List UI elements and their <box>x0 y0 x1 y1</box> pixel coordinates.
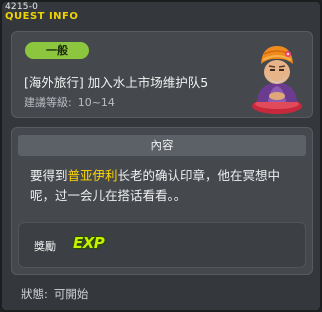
reward-label: 獎勵 <box>34 240 56 253</box>
level-range: 10~14 <box>77 96 115 109</box>
quest-name: [海外旅行] 加入水上市场维护队5 <box>24 75 209 90</box>
quest-content-panel: 內容 要得到普亚伊利长老的确认印章，他在冥想中呢，过一会儿在搭话看看。。 獎勵 … <box>11 127 313 275</box>
description-text: 要得到 <box>30 168 68 183</box>
reward-box: 獎勵 EXP <box>18 222 306 268</box>
status-label: 狀態: <box>21 287 48 301</box>
recommended-level: 建議等級: 10~14 <box>24 94 121 110</box>
status-value: 可開始 <box>53 287 89 301</box>
level-label: 建議等級: <box>24 96 72 109</box>
exp-icon: EXP <box>73 234 105 252</box>
quest-summary-panel: 一般 [海外旅行] 加入水上市场维护队5 建議等級: 10~14 <box>11 31 313 118</box>
quest-status: 狀態: 可開始 <box>21 286 94 302</box>
window-title: QUEST INFO <box>5 11 79 22</box>
quest-description: 要得到普亚伊利长老的确认印章，他在冥想中呢，过一会儿在搭话看看。。 <box>30 166 300 206</box>
npc-name-highlight: 普亚伊利 <box>67 168 118 183</box>
npc-elder-portrait-icon <box>248 38 306 116</box>
category-badge: 一般 <box>25 42 89 59</box>
content-header: 內容 <box>18 135 306 156</box>
quest-info-window: 4215-0 QUEST INFO 一般 [海外旅行] 加入水上市场维护队5 建… <box>0 0 322 312</box>
